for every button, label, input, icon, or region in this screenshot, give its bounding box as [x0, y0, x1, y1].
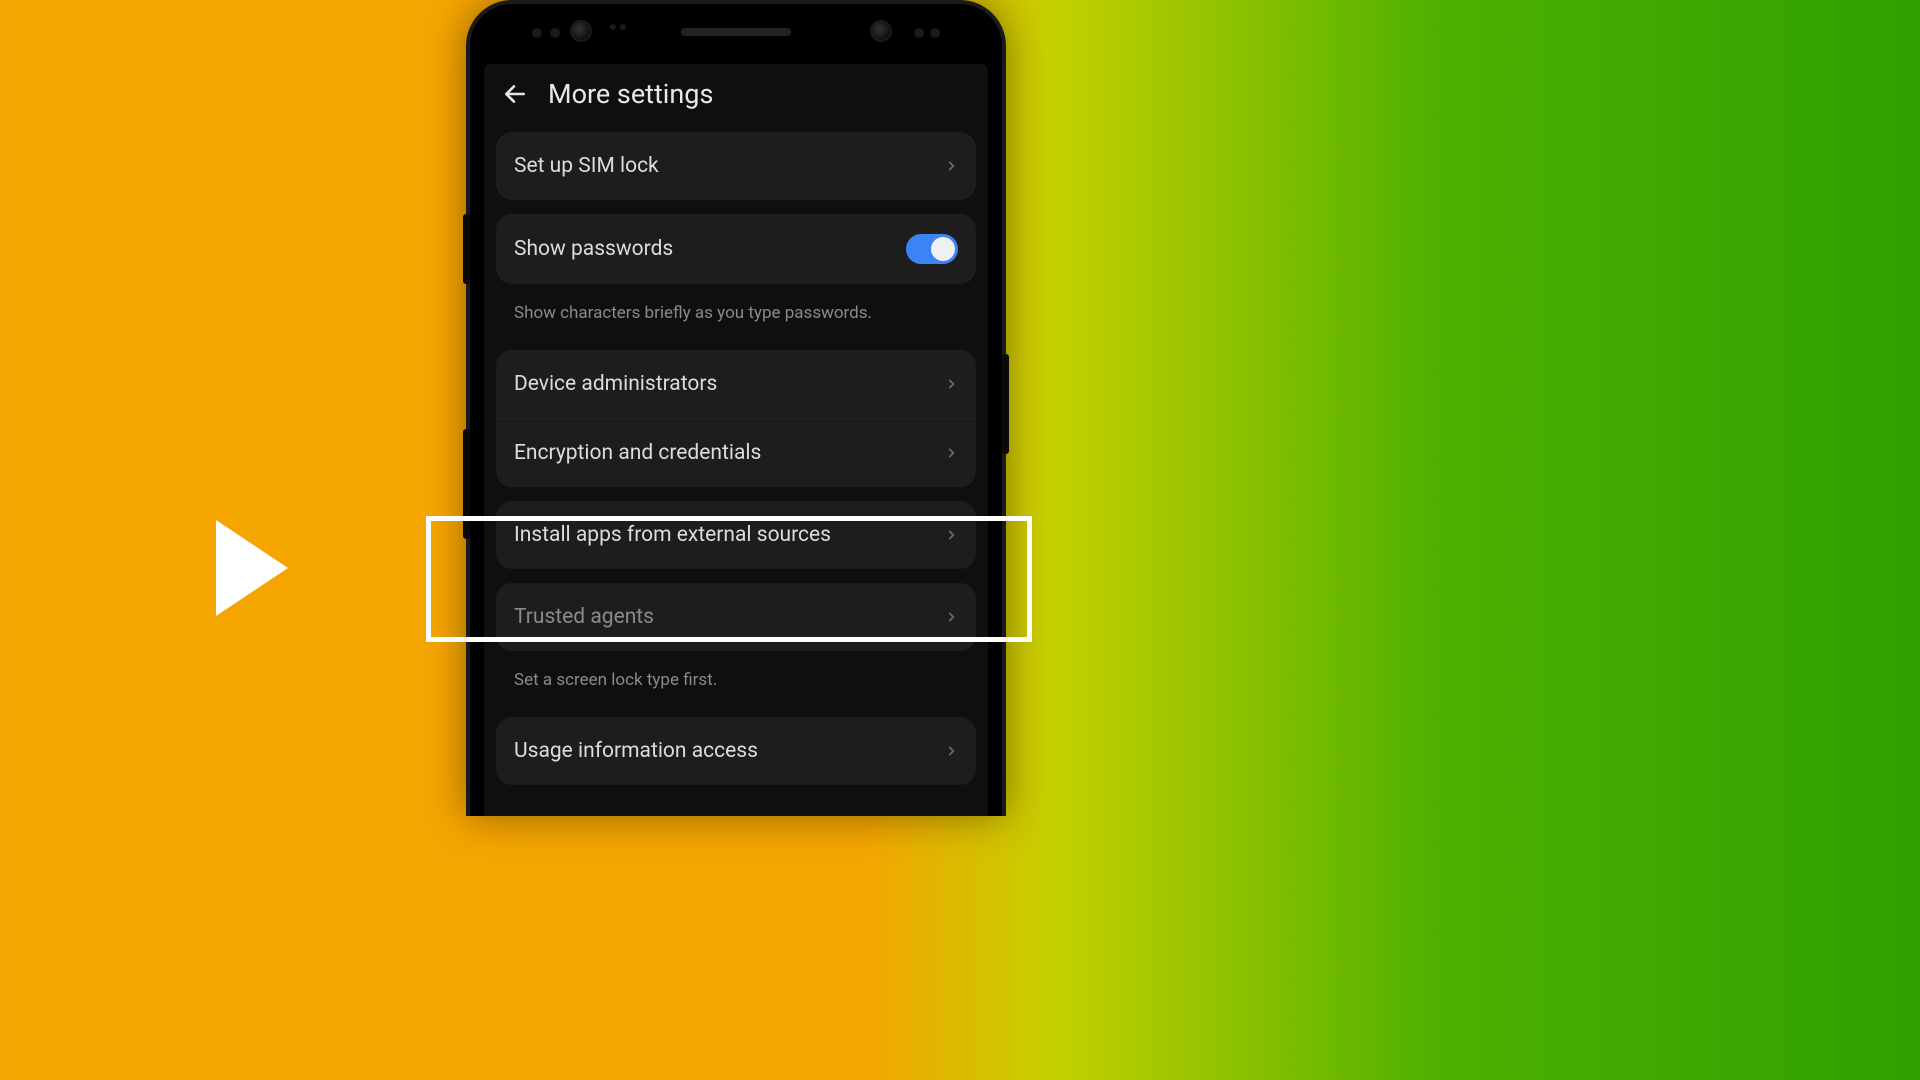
sensor-dot-icon	[930, 28, 940, 38]
phone-side-button	[463, 214, 470, 284]
phone-side-button	[1002, 354, 1009, 454]
setting-description: Show characters briefly as you type pass…	[496, 298, 976, 350]
setting-trusted-agents[interactable]: Trusted agents	[496, 583, 976, 651]
setting-label: Trusted agents	[514, 605, 654, 629]
setting-device-administrators[interactable]: Device administrators	[496, 350, 976, 418]
setting-usage-information-access[interactable]: Usage information access	[496, 717, 976, 785]
play-icon	[216, 520, 288, 616]
chevron-right-icon	[944, 377, 958, 391]
phone-screen: More settings Set up SIM lock Show passw…	[484, 64, 988, 816]
phone-frame: More settings Set up SIM lock Show passw…	[466, 0, 1006, 816]
page-header: More settings	[484, 64, 988, 132]
speaker-grille-icon	[681, 28, 791, 36]
sensor-dot-icon	[532, 28, 542, 38]
toggle-knob	[931, 237, 955, 261]
chevron-right-icon	[944, 159, 958, 173]
setting-description: Set a screen lock type first.	[496, 665, 976, 717]
sensor-dot-icon	[914, 28, 924, 38]
page-title: More settings	[548, 78, 713, 110]
chevron-right-icon	[944, 528, 958, 542]
camera-lens-icon	[870, 20, 892, 42]
setting-install-external-sources[interactable]: Install apps from external sources	[496, 501, 976, 569]
settings-group: Device administrators Encryption and cre…	[496, 350, 976, 487]
chevron-right-icon	[944, 610, 958, 624]
back-arrow-icon[interactable]	[502, 81, 528, 107]
chevron-right-icon	[944, 446, 958, 460]
chevron-right-icon	[944, 744, 958, 758]
sensor-dot-icon	[610, 24, 616, 30]
phone-side-button	[463, 429, 470, 539]
sensor-dot-icon	[620, 24, 626, 30]
setting-label: Set up SIM lock	[514, 154, 659, 178]
setting-label: Show passwords	[514, 237, 673, 261]
sensor-dot-icon	[550, 28, 560, 38]
setting-label: Encryption and credentials	[514, 441, 761, 465]
setting-label: Device administrators	[514, 372, 717, 396]
settings-list: Set up SIM lock Show passwords Show char…	[484, 132, 988, 785]
phone-top-bezel	[470, 4, 1002, 60]
camera-lens-icon	[570, 20, 592, 42]
toggle-switch[interactable]	[906, 234, 958, 264]
setting-label: Install apps from external sources	[514, 523, 831, 547]
setting-encryption-and-credentials[interactable]: Encryption and credentials	[496, 419, 976, 487]
setting-sim-lock[interactable]: Set up SIM lock	[496, 132, 976, 200]
setting-show-passwords[interactable]: Show passwords	[496, 214, 976, 284]
setting-label: Usage information access	[514, 739, 758, 763]
